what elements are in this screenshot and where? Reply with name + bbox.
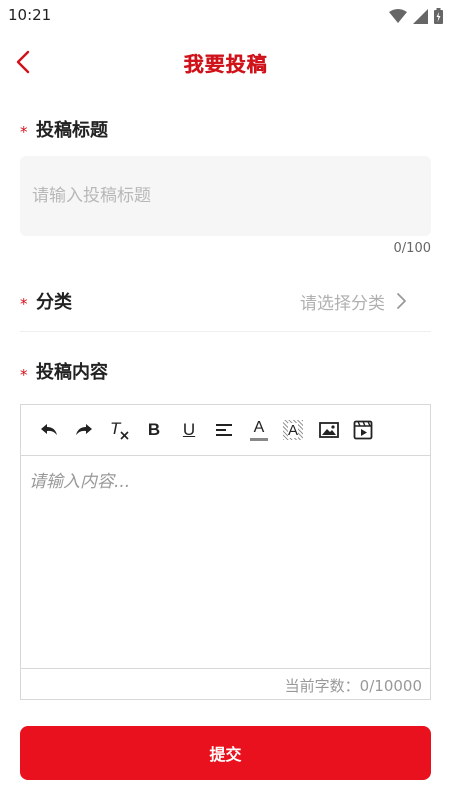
clear-format-button[interactable]: T <box>108 418 132 442</box>
video-icon <box>353 420 373 440</box>
underline-icon: U <box>182 420 196 439</box>
insert-image-button[interactable] <box>317 418 341 442</box>
highlight-icon: A <box>283 420 303 440</box>
battery-icon <box>434 8 443 24</box>
status-bar: 10:21 <box>0 0 451 32</box>
category-placeholder: 请选择分类 <box>300 294 385 314</box>
title-input[interactable] <box>20 156 431 236</box>
chevron-right-icon <box>397 293 406 309</box>
editor-toolbar: T B U A A <box>21 405 430 456</box>
redo-icon <box>76 424 92 435</box>
font-color-icon: A <box>250 419 268 441</box>
redo-button[interactable] <box>72 418 96 442</box>
header: 我要投稿 <box>0 40 451 84</box>
status-icons <box>389 8 443 24</box>
font-color-button[interactable]: A <box>247 418 271 442</box>
wifi-icon <box>389 9 407 23</box>
image-icon <box>319 422 339 438</box>
highlight-button[interactable]: A <box>281 418 305 442</box>
required-mark: * <box>20 295 28 313</box>
category-selector[interactable]: * 分类 请选择分类 <box>20 274 431 332</box>
insert-video-button[interactable] <box>351 418 375 442</box>
rich-text-editor: T B U A A 请输入内容... 当前字数：0/10000 <box>20 404 431 700</box>
underline-button[interactable]: U <box>177 418 201 442</box>
align-left-icon <box>216 424 232 436</box>
page-title: 我要投稿 <box>183 52 268 76</box>
submit-button[interactable]: 提交 <box>20 726 431 780</box>
clear-format-icon: T <box>109 419 131 441</box>
title-char-counter: 0/100 <box>393 241 431 256</box>
undo-icon <box>41 424 57 435</box>
required-mark: * <box>20 366 28 384</box>
align-button[interactable] <box>212 418 236 442</box>
undo-button[interactable] <box>37 418 61 442</box>
title-field-label: 投稿标题 <box>36 120 108 141</box>
signal-icon <box>413 8 428 24</box>
bold-button[interactable]: B <box>142 418 166 442</box>
required-mark: * <box>20 123 28 141</box>
status-time: 10:21 <box>8 6 52 24</box>
content-placeholder: 请输入内容... <box>29 472 131 492</box>
content-field-label: 投稿内容 <box>36 362 108 383</box>
content-char-counter: 当前字数：0/10000 <box>284 677 422 695</box>
content-editor-area[interactable]: 请输入内容... <box>21 457 430 669</box>
bold-icon: B <box>147 420 161 439</box>
category-field-label: 分类 <box>36 292 72 313</box>
